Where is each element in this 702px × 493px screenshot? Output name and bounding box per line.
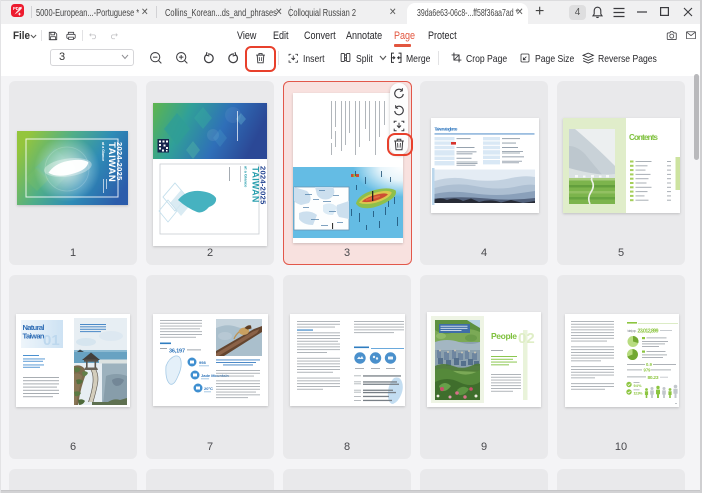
svg-text:01: 01 (43, 332, 60, 349)
svg-text:12.9%: 12.9% (634, 392, 644, 396)
svg-text:People: People (491, 331, 517, 341)
svg-text:998: 998 (199, 360, 206, 365)
svg-text:at a Glance: at a Glance (244, 166, 249, 188)
svg-text:02: 02 (518, 330, 535, 347)
svg-text:0.9: 0.9 (646, 362, 653, 367)
svg-text:Contents: Contents (629, 133, 659, 142)
svg-text:36,197: 36,197 (169, 349, 185, 355)
svg-text:Jade Mountain: Jade Mountain (201, 373, 230, 378)
svg-text:20°C: 20°C (204, 386, 213, 391)
svg-text:979: 979 (644, 368, 652, 373)
svg-text:at a Glance: at a Glance (101, 142, 105, 161)
svg-text:80.23: 80.23 (648, 375, 659, 381)
svg-text:94%: 94% (634, 384, 643, 388)
svg-text:TAIWAN: TAIWAN (251, 167, 261, 203)
svg-text:23,012,899: 23,012,899 (638, 329, 659, 335)
svg-text:Taiwan at a glance: Taiwan at a glance (435, 127, 459, 132)
svg-text:Taiwan: Taiwan (23, 332, 45, 341)
svg-text:TAIWAN: TAIWAN (106, 142, 117, 182)
svg-text:total pop.: total pop. (628, 329, 637, 333)
